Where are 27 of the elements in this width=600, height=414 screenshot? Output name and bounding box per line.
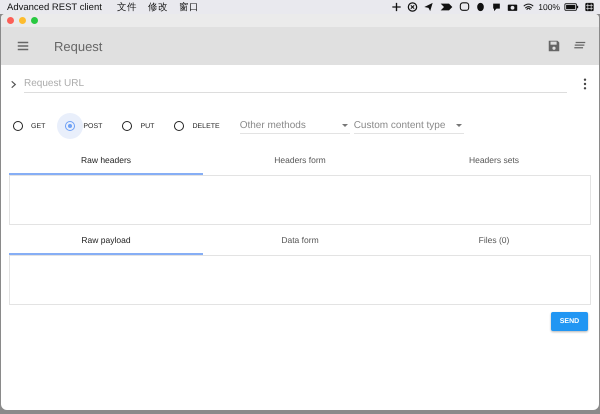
- grid-icon[interactable]: [584, 2, 595, 12]
- dropdown-field[interactable]: Other methods: [240, 118, 350, 134]
- menu-item[interactable]: 窗口: [176, 0, 205, 14]
- circle-icon[interactable]: [407, 2, 418, 12]
- wifi-icon[interactable]: [523, 2, 534, 12]
- page-title: Request: [54, 38, 102, 54]
- tab[interactable]: Headers sets: [397, 151, 591, 175]
- menu-icon[interactable]: [16, 39, 30, 53]
- battery-percentage: 100%: [538, 2, 560, 12]
- menu-item[interactable]: 文件: [114, 0, 143, 14]
- caret-icon: [456, 124, 462, 127]
- tab[interactable]: Data form: [203, 231, 397, 255]
- camera-icon[interactable]: [507, 2, 518, 12]
- plus-icon[interactable]: [391, 2, 402, 12]
- tab[interactable]: Headers form: [203, 151, 397, 175]
- app-menu[interactable]: Advanced REST client: [5, 2, 112, 12]
- close-button[interactable]: [7, 17, 14, 24]
- tab[interactable]: Files (0): [397, 231, 591, 255]
- chevron-icon[interactable]: [9, 80, 18, 88]
- bubble-icon[interactable]: [491, 2, 502, 12]
- more-icon[interactable]: [583, 78, 587, 90]
- dropdown-field[interactable]: Custom content type: [354, 118, 464, 134]
- caret-icon: [342, 124, 348, 127]
- battery-icon[interactable]: [564, 2, 579, 12]
- send-icon[interactable]: [423, 2, 434, 12]
- menu-item[interactable]: 修改: [146, 0, 174, 14]
- save-icon[interactable]: [547, 39, 561, 53]
